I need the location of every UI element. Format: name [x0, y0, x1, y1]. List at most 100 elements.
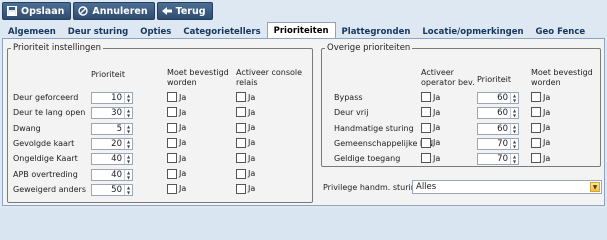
checkbox-box[interactable]	[236, 183, 246, 194]
header-must-confirm-right: Moet bevestigd worden	[531, 68, 593, 87]
checkbox-box[interactable]	[421, 92, 431, 102]
spinner-arrows-icon[interactable]: ▲ ▼	[510, 154, 518, 165]
checkbox-box[interactable]	[167, 107, 177, 118]
must-confirm-checkbox[interactable]: Ja	[167, 122, 186, 133]
priority-row-label: Deur te lang open	[13, 108, 86, 118]
spinner-arrows-icon[interactable]: ▲ ▼	[510, 138, 518, 149]
other-priority-spinner-value: 60	[497, 108, 508, 119]
checkbox-box[interactable]	[531, 107, 541, 118]
checkbox-label: Ja	[248, 138, 256, 148]
other-priority-spinner[interactable]: 60 ▲ ▼	[477, 92, 519, 104]
spinner-arrows-icon[interactable]: ▲ ▼	[124, 108, 132, 119]
privilege-label: Privilege handm. sturing	[323, 183, 421, 192]
console-relay-checkbox[interactable]: Ja	[236, 153, 255, 164]
must-confirm-checkbox[interactable]: Ja	[167, 137, 186, 148]
checkbox-box[interactable]	[236, 107, 246, 118]
tab-prioriteiten[interactable]: Prioriteiten	[266, 22, 336, 39]
checkbox-box[interactable]	[167, 153, 177, 164]
tab-plattegronden[interactable]: Plattegronden	[336, 24, 417, 39]
operator-checkbox[interactable]: Ja	[421, 137, 440, 148]
must-confirm-checkbox[interactable]: Ja	[167, 92, 186, 102]
priority-spinner[interactable]: 50 ▲ ▼	[91, 183, 133, 196]
checkbox-box[interactable]	[421, 137, 431, 148]
priority-spinner[interactable]: 20 ▲ ▼	[91, 137, 133, 150]
checkbox-box[interactable]	[421, 122, 431, 133]
spinner-arrows-icon[interactable]: ▲ ▼	[124, 184, 132, 195]
priority-spinner[interactable]: 40 ▲ ▼	[91, 153, 133, 166]
operator-checkbox[interactable]: Ja	[421, 153, 440, 164]
operator-checkbox[interactable]: Ja	[421, 122, 440, 133]
save-button[interactable]: Opslaan	[2, 2, 72, 20]
checkbox-box[interactable]	[531, 153, 541, 164]
tab-deur-sturing[interactable]: Deur sturing	[62, 24, 134, 39]
checkbox-box[interactable]	[236, 122, 246, 133]
checkbox-label: Ja	[248, 169, 256, 178]
back-button[interactable]: Terug	[156, 2, 213, 20]
console-relay-checkbox[interactable]: Ja	[236, 122, 256, 133]
checkbox-box[interactable]	[421, 107, 431, 118]
checkbox-box[interactable]	[236, 92, 246, 102]
must-confirm-checkbox[interactable]: Ja	[167, 107, 186, 118]
tab-categorietellers[interactable]: Categorietellers	[177, 24, 266, 39]
spinner-arrows-icon[interactable]: ▲ ▼	[124, 154, 132, 165]
checkbox-label: Ja	[248, 184, 256, 194]
spinner-arrows-icon[interactable]: ▲ ▼	[510, 93, 518, 103]
console-relay-checkbox[interactable]: Ja	[236, 183, 256, 194]
spinner-arrows-icon[interactable]: ▲ ▼	[510, 123, 518, 134]
priority-spinner[interactable]: 10 ▲ ▼	[91, 92, 133, 104]
priority-spinner[interactable]: 30 ▲ ▼	[91, 107, 133, 120]
checkbox-box[interactable]	[167, 137, 177, 148]
must-confirm-right-checkbox[interactable]: Ja	[531, 137, 550, 148]
must-confirm-right-checkbox[interactable]: Ja	[531, 122, 550, 133]
console-relay-checkbox[interactable]: Ja	[236, 168, 256, 179]
checkbox-box[interactable]	[236, 153, 246, 164]
checkbox-box[interactable]	[421, 153, 431, 164]
priority-spinner[interactable]: 40 ▲ ▼	[91, 168, 133, 181]
app-frame: Opslaan Annuleren Terug Algemeen Deur st…	[0, 0, 607, 208]
must-confirm-checkbox[interactable]: Ja	[167, 153, 186, 164]
operator-checkbox[interactable]: Ja	[421, 107, 440, 118]
operator-checkbox[interactable]: Ja	[421, 92, 440, 102]
other-priority-row-label: Handmatige sturing	[334, 123, 414, 133]
back-label: Terug	[175, 5, 206, 17]
tab-geo-fence[interactable]: Geo Fence	[530, 24, 592, 39]
tab-algemeen[interactable]: Algemeen	[2, 24, 62, 39]
checkbox-box[interactable]	[236, 137, 246, 148]
privilege-select[interactable]: Alles ▼	[412, 180, 602, 194]
must-confirm-right-checkbox[interactable]: Ja	[531, 107, 550, 118]
checkbox-box[interactable]	[236, 168, 246, 179]
checkbox-box[interactable]	[167, 122, 177, 133]
checkbox-box[interactable]	[531, 137, 541, 148]
spinner-arrows-icon[interactable]: ▲ ▼	[124, 169, 132, 180]
other-priority-spinner[interactable]: 70 ▲ ▼	[477, 137, 519, 150]
spinner-arrows-icon[interactable]: ▲ ▼	[124, 93, 132, 103]
tab-opties[interactable]: Opties	[134, 24, 177, 39]
must-confirm-checkbox[interactable]: Ja	[167, 168, 186, 179]
must-confirm-right-checkbox[interactable]: Ja	[531, 153, 550, 164]
checkbox-box[interactable]	[167, 183, 177, 194]
priority-row-label: Dwang	[13, 123, 41, 133]
cancel-button[interactable]: Annuleren	[73, 2, 155, 20]
checkbox-box[interactable]	[167, 168, 177, 179]
checkbox-box[interactable]	[531, 92, 541, 102]
spinner-arrows-icon[interactable]: ▲ ▼	[124, 138, 132, 149]
must-confirm-right-checkbox[interactable]: Ja	[531, 92, 550, 102]
other-priority-spinner[interactable]: 60 ▲ ▼	[477, 122, 519, 135]
console-relay-checkbox[interactable]: Ja	[236, 137, 256, 148]
checkbox-label: Ja	[248, 123, 256, 133]
checkbox-box[interactable]	[531, 122, 541, 133]
console-relay-checkbox[interactable]: Ja	[236, 92, 255, 102]
tab-locatie-opmerkingen[interactable]: Locatie/opmerkingen	[416, 24, 529, 39]
console-relay-checkbox[interactable]: Ja	[236, 107, 255, 118]
priority-row-label: APB overtreding	[13, 169, 78, 179]
priority-spinner-value: 40	[111, 154, 122, 165]
spinner-arrows-icon[interactable]: ▲ ▼	[510, 108, 518, 119]
must-confirm-checkbox[interactable]: Ja	[167, 183, 186, 194]
spinner-arrows-icon[interactable]: ▲ ▼	[124, 123, 132, 134]
priority-spinner[interactable]: 5 ▲ ▼	[91, 122, 133, 135]
checkbox-box[interactable]	[167, 92, 177, 102]
other-priority-spinner[interactable]: 60 ▲ ▼	[477, 107, 519, 120]
other-priorities-legend: Overige prioriteiten	[327, 43, 411, 53]
other-priority-spinner[interactable]: 70 ▲ ▼	[477, 153, 519, 166]
chevron-down-icon[interactable]: ▼	[590, 182, 600, 192]
